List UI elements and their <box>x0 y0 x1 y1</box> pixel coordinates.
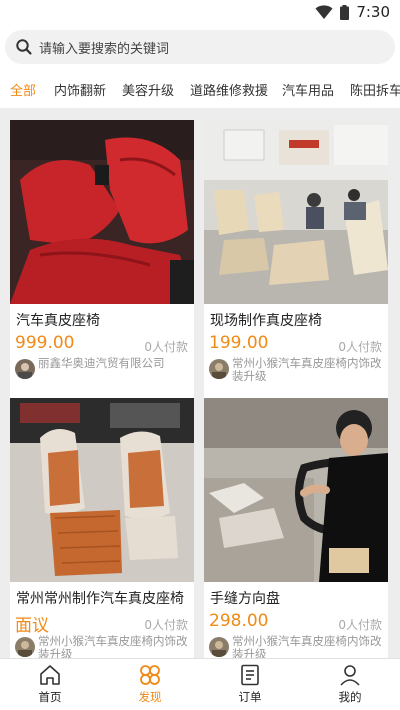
product-image <box>204 398 388 582</box>
product-price: 199.00 <box>209 333 269 353</box>
product-sales: 0人付款 <box>144 340 188 354</box>
search-input[interactable]: 请输入要搜索的关键词 <box>5 30 395 64</box>
status-icons: 7:30 <box>315 3 390 21</box>
home-icon <box>40 665 60 685</box>
profile-icon <box>340 665 360 686</box>
product-title: 手缝方向盘 <box>210 591 280 607</box>
product-price: 面议 <box>15 616 49 636</box>
shop-name: 常州小猴汽车真皮座椅内饰改装升级 <box>232 634 382 659</box>
tab-beauty-upgrade[interactable]: 美容升级 <box>122 80 174 99</box>
nav-label: 订单 <box>238 690 262 704</box>
shop-name: 常州小猴汽车真皮座椅内饰改装升级 <box>38 634 188 659</box>
product-grid: 汽车真皮座椅 999.00 0人付款 丽鑫华奥迪汽贸有限公司 现场制作真皮座椅 … <box>0 108 400 658</box>
shop-avatar <box>209 637 229 657</box>
shop-name: 常州小猴汽车真皮座椅内饰改装升级 <box>232 356 382 383</box>
nav-discover[interactable]: 发现 <box>120 663 180 705</box>
shop-avatar <box>15 359 35 379</box>
product-image <box>204 120 388 304</box>
product-card[interactable]: 现场制作真皮座椅 199.00 0人付款 常州小猴汽车真皮座椅内饰改装升级 <box>204 120 388 400</box>
nav-home[interactable]: 首页 <box>20 663 80 705</box>
product-sales: 0人付款 <box>338 618 382 632</box>
product-sales: 0人付款 <box>338 340 382 354</box>
category-tabs: 全部 内饰翻新 美容升级 道路维修救援 汽车用品 陈田拆车件 <box>0 70 400 108</box>
battery-icon <box>340 4 350 20</box>
product-image <box>10 398 194 582</box>
nav-label: 首页 <box>38 690 62 704</box>
orders-icon <box>241 664 259 686</box>
product-title: 汽车真皮座椅 <box>16 313 100 329</box>
product-title: 现场制作真皮座椅 <box>210 313 322 329</box>
search-placeholder: 请输入要搜索的关键词 <box>39 41 170 57</box>
search-icon <box>16 39 32 55</box>
nav-label: 发现 <box>138 690 162 704</box>
tab-used-parts[interactable]: 陈田拆车件 <box>350 80 400 99</box>
product-card[interactable]: 手缝方向盘 298.00 0人付款 常州小猴汽车真皮座椅内饰改装升级 <box>204 398 388 658</box>
status-time: 7:30 <box>356 3 390 21</box>
shop-avatar <box>15 637 35 657</box>
search-bar: 请输入要搜索的关键词 <box>0 26 400 70</box>
wifi-icon <box>315 5 333 19</box>
tab-interior-renovation[interactable]: 内饰翻新 <box>54 80 106 99</box>
tab-car-accessories[interactable]: 汽车用品 <box>282 80 334 99</box>
product-title: 常州常州制作汽车真皮座椅 <box>16 591 184 607</box>
nav-orders[interactable]: 订单 <box>220 663 280 705</box>
tab-road-rescue[interactable]: 道路维修救援 <box>190 80 268 99</box>
nav-profile[interactable]: 我的 <box>320 663 380 705</box>
product-image <box>10 120 194 304</box>
nav-label: 我的 <box>338 690 362 704</box>
product-price: 999.00 <box>15 333 75 353</box>
shop-name: 丽鑫华奥迪汽贸有限公司 <box>38 356 165 370</box>
shop-avatar <box>209 359 229 379</box>
product-card[interactable]: 常州常州制作汽车真皮座椅 面议 0人付款 常州小猴汽车真皮座椅内饰改装升级 <box>10 398 194 658</box>
tab-all[interactable]: 全部 <box>10 80 36 99</box>
product-sales: 0人付款 <box>144 618 188 632</box>
bottom-nav: 首页 发现 订单 我的 <box>0 658 400 710</box>
product-price: 298.00 <box>209 611 269 631</box>
status-bar: 7:30 <box>0 0 400 26</box>
product-card[interactable]: 汽车真皮座椅 999.00 0人付款 丽鑫华奥迪汽贸有限公司 <box>10 120 194 400</box>
discover-icon <box>140 665 160 685</box>
